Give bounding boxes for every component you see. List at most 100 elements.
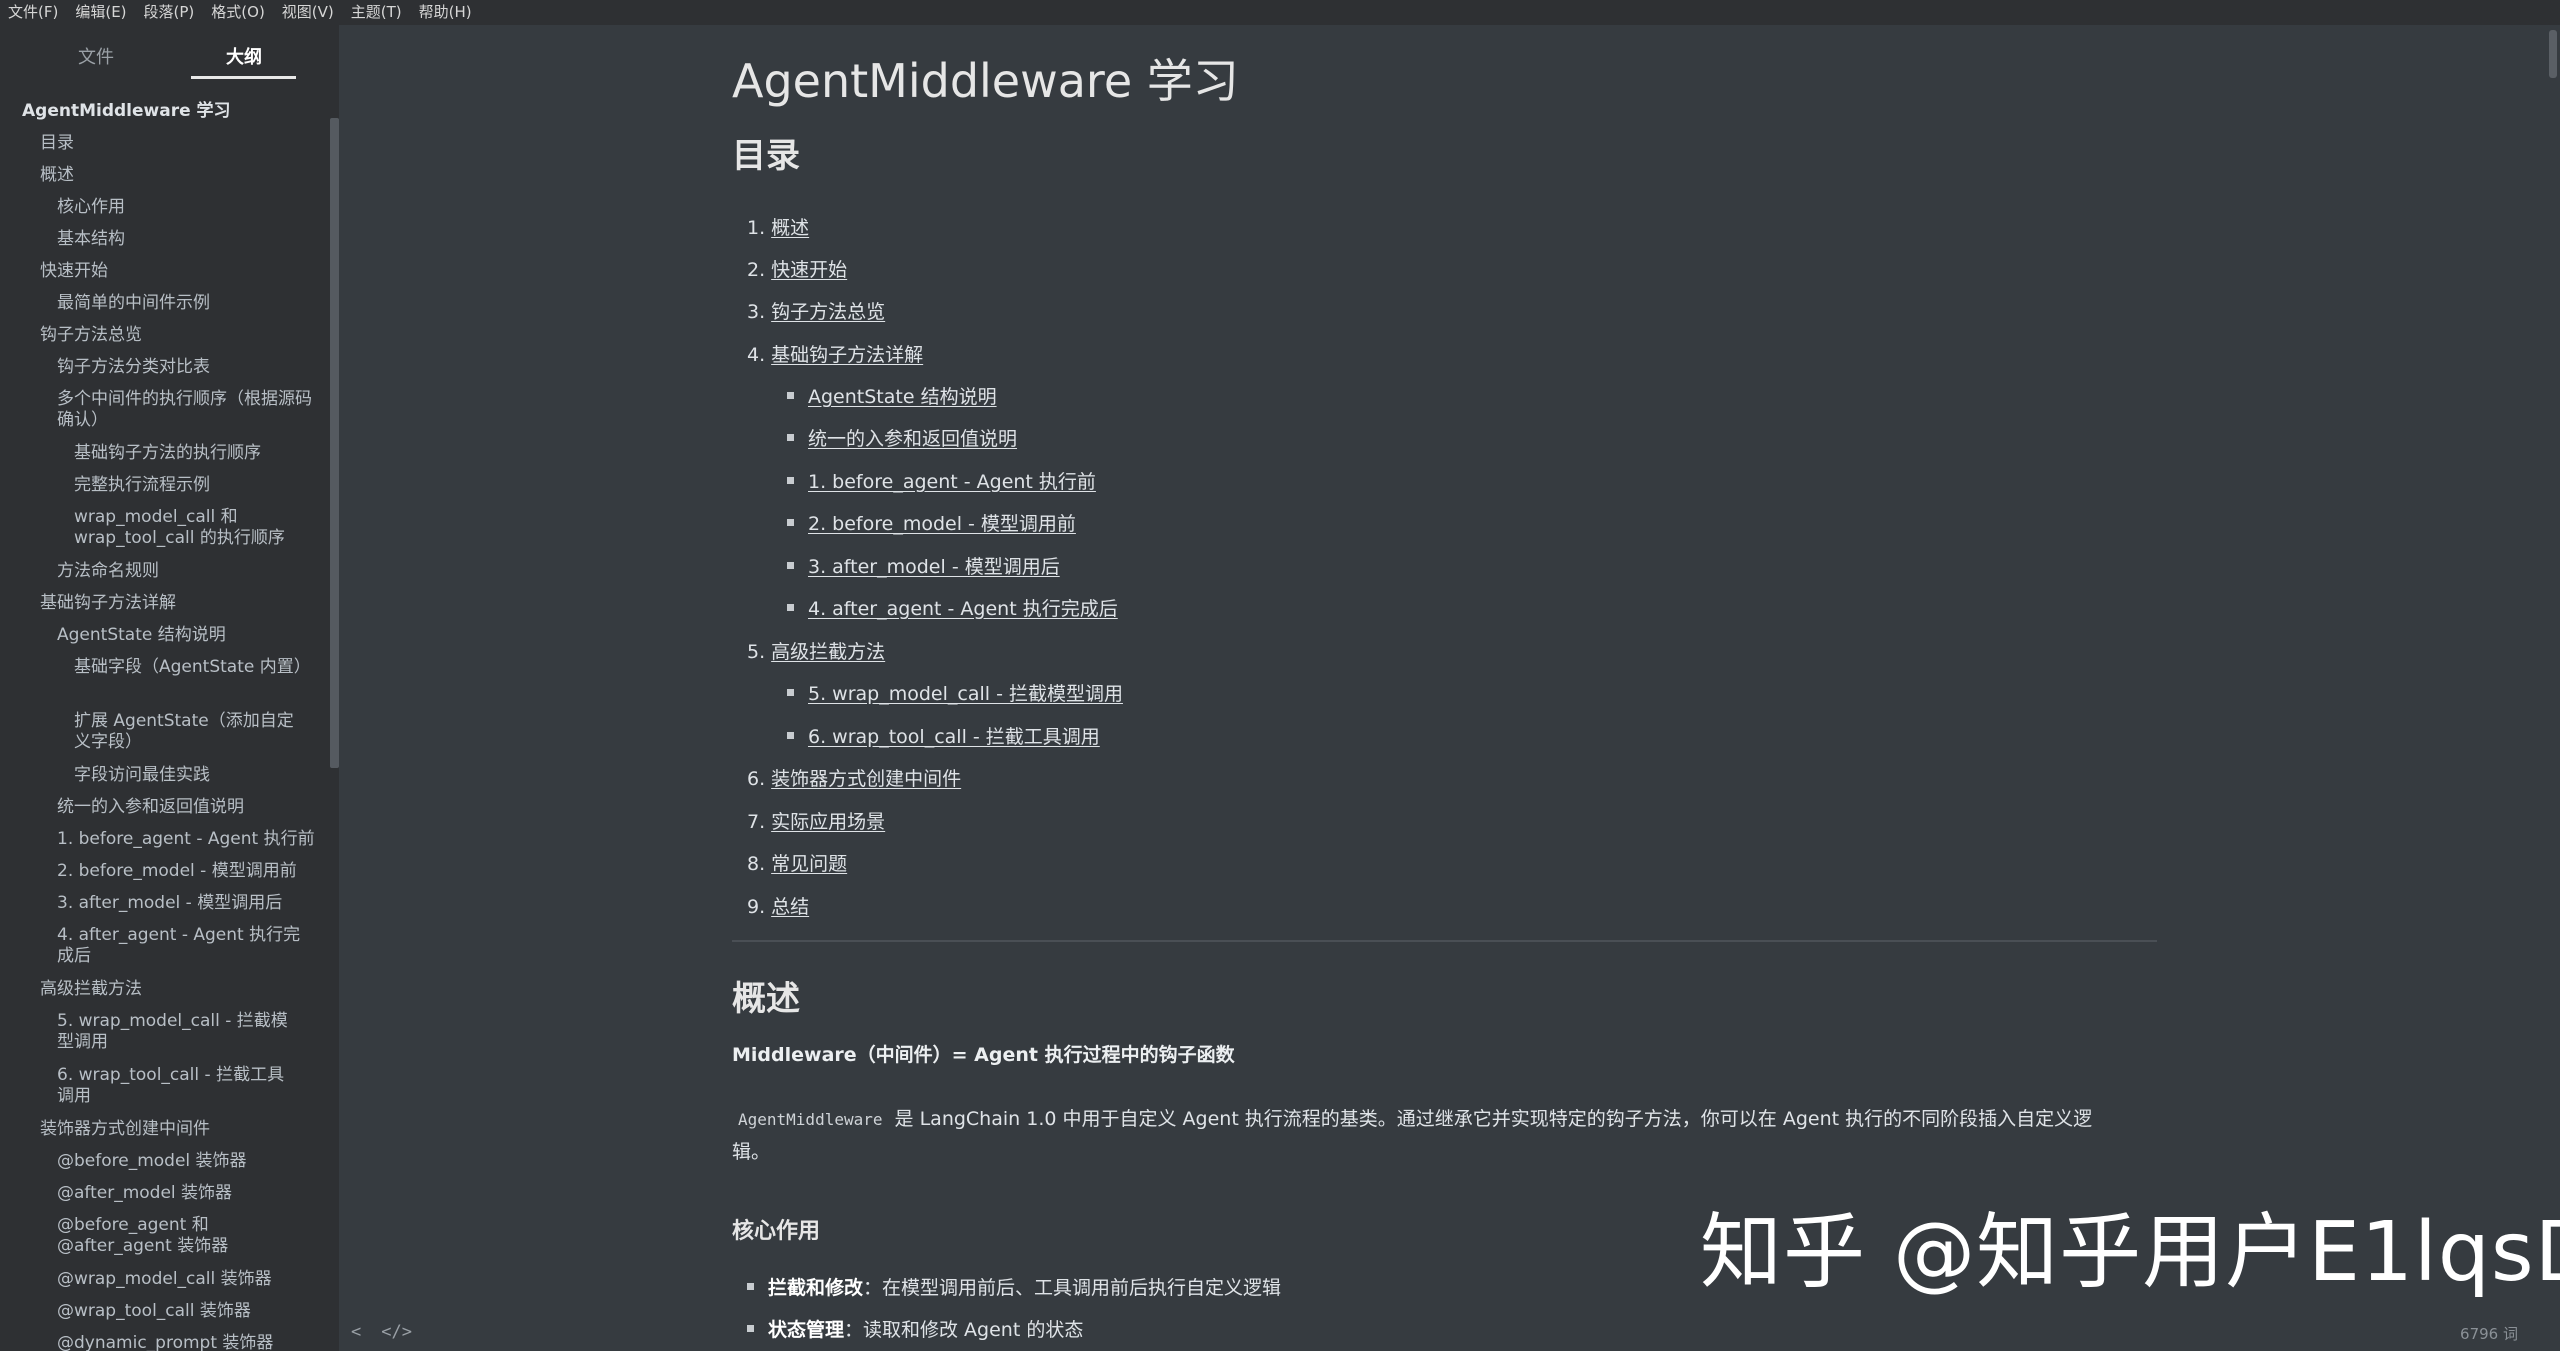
source-code-icon[interactable]: </> (381, 1322, 412, 1342)
toc-number: 4. (747, 344, 766, 366)
toc-subitem: 3. after_model - 模型调用后 (787, 552, 1060, 579)
toc-link[interactable]: 2. before_model - 模型调用前 (808, 513, 1076, 535)
tab-files[interactable]: 文件 (78, 43, 114, 69)
bullet-icon (787, 434, 794, 441)
sidebar-scroll-thumb[interactable] (330, 118, 339, 768)
outline-item[interactable]: 字段访问最佳实践 (74, 765, 339, 786)
menu-item[interactable]: 帮助(H) (419, 0, 472, 25)
toc-number: 6. (747, 768, 766, 790)
menu-item[interactable]: 文件(F) (8, 0, 58, 25)
outline-item[interactable]: 基本结构 (57, 229, 327, 250)
outline-item[interactable]: 装饰器方式创建中间件 (40, 1119, 310, 1140)
toc-subitem: 4. after_agent - Agent 执行完成后 (787, 594, 1118, 621)
outline-item[interactable]: 概述 (40, 165, 310, 186)
outline-item[interactable]: 5. wrap_model_call - 拦截模型调用 (57, 1011, 297, 1053)
outline-item[interactable]: 1. before_agent - Agent 执行前 (57, 829, 327, 850)
outline-item[interactable]: 最简单的中间件示例 (57, 293, 327, 314)
toc-link[interactable]: 快速开始 (771, 259, 847, 281)
toc-number: 2. (747, 259, 766, 281)
toc-link[interactable]: AgentState 结构说明 (808, 386, 997, 408)
toc-link[interactable]: 4. after_agent - Agent 执行完成后 (808, 598, 1118, 620)
core-heading: 核心作用 (732, 1219, 821, 1244)
outline-item[interactable]: 6. wrap_tool_call - 拦截工具调用 (57, 1065, 297, 1107)
outline-item[interactable]: @before_agent 和 @after_agent 装饰器 (57, 1215, 237, 1257)
outline-item[interactable]: @wrap_tool_call 装饰器 (57, 1301, 327, 1322)
toc-item: 8. 常见问题 (747, 849, 847, 876)
list-item-bold: 状态管理 (768, 1319, 845, 1341)
outline-item[interactable]: 高级拦截方法 (40, 979, 310, 1000)
list-item-bold: 拦截和修改 (768, 1277, 864, 1299)
bullet-icon (787, 562, 794, 569)
outline-item[interactable]: 多个中间件的执行顺序（根据源码确认） (57, 389, 317, 431)
menu-item[interactable]: 段落(P) (144, 0, 195, 25)
sidebar-footer: < </> (351, 1322, 412, 1342)
toc-subitem: 6. wrap_tool_call - 拦截工具调用 (787, 722, 1100, 749)
toc-heading: 目录 (732, 136, 800, 176)
outline-item[interactable]: 扩展 AgentState（添加自定义字段） (74, 711, 304, 753)
outline-item[interactable]: 基础字段（AgentState 内置） (74, 657, 311, 678)
toc-number: 7. (747, 811, 766, 833)
bullet-icon (787, 392, 794, 399)
outline-item[interactable]: 快速开始 (40, 261, 310, 282)
outline-item[interactable]: AgentState 结构说明 (57, 625, 327, 646)
outline-item[interactable]: 3. after_model - 模型调用后 (57, 893, 327, 914)
menu-item[interactable]: 主题(T) (351, 0, 402, 25)
active-tab-indicator (191, 76, 296, 79)
outline-item[interactable]: 2. before_model - 模型调用前 (57, 861, 327, 882)
sidebar-scrollbar[interactable] (330, 93, 339, 773)
menu-item[interactable]: 格式(O) (211, 0, 265, 25)
list-item-text: ：在模型调用前后、工具调用前后执行自定义逻辑 (863, 1277, 1282, 1299)
toc-link[interactable]: 钩子方法总览 (771, 301, 885, 323)
outline-item[interactable]: 4. after_agent - Agent 执行完成后 (57, 925, 307, 967)
outline-item[interactable]: 目录 (40, 133, 310, 154)
outline-item[interactable]: 钩子方法总览 (40, 325, 310, 346)
outline-item[interactable]: 基础钩子方法详解 (40, 593, 310, 614)
toc-item: 6. 装饰器方式创建中间件 (747, 764, 961, 791)
chevron-left-icon[interactable]: < (351, 1322, 361, 1342)
menu-item[interactable]: 视图(V) (282, 0, 334, 25)
toc-subitem: 5. wrap_model_call - 拦截模型调用 (787, 679, 1123, 706)
outline-item[interactable]: 统一的入参和返回值说明 (57, 797, 327, 818)
bullet-icon (787, 477, 794, 484)
inline-code: AgentMiddleware (738, 1110, 883, 1129)
outline-item[interactable]: 方法命名规则 (57, 561, 327, 582)
outline-item[interactable]: @after_model 装饰器 (57, 1183, 327, 1204)
toc-link[interactable]: 统一的入参和返回值说明 (808, 428, 1017, 450)
main-scroll-thumb[interactable] (2549, 30, 2557, 78)
toc-link[interactable]: 5. wrap_model_call - 拦截模型调用 (808, 683, 1123, 705)
toc-link[interactable]: 装饰器方式创建中间件 (771, 768, 961, 790)
list-item: 拦截和修改：在模型调用前后、工具调用前后执行自定义逻辑 (747, 1273, 1281, 1300)
outline-item[interactable]: wrap_model_call 和 wrap_tool_call 的执行顺序 (74, 507, 294, 549)
toc-link[interactable]: 概述 (771, 217, 809, 239)
toc-link[interactable]: 1. before_agent - Agent 执行前 (808, 471, 1096, 493)
watermark: 知乎 @知乎用户E1lqsD (1700, 1205, 2560, 1300)
word-count[interactable]: 6796 词 (2460, 1323, 2518, 1344)
outline-item[interactable]: 核心作用 (57, 197, 327, 218)
outline-item[interactable]: AgentMiddleware 学习 (22, 101, 292, 122)
toc-link[interactable]: 3. after_model - 模型调用后 (808, 556, 1060, 578)
toc-item: 1. 概述 (747, 213, 809, 240)
toc-link[interactable]: 常见问题 (771, 853, 847, 875)
list-item: 状态管理：读取和修改 Agent 的状态 (747, 1315, 1083, 1342)
toc-subitem: AgentState 结构说明 (787, 382, 997, 409)
tab-outline[interactable]: 大纲 (226, 43, 262, 69)
outline-item[interactable]: @wrap_model_call 装饰器 (57, 1269, 327, 1290)
toc-link[interactable]: 总结 (771, 896, 809, 918)
sidebar-tabs: 文件 大纲 (0, 25, 339, 83)
outline-item[interactable]: 钩子方法分类对比表 (57, 357, 327, 378)
toc-item: 7. 实际应用场景 (747, 807, 885, 834)
toc-link[interactable]: 6. wrap_tool_call - 拦截工具调用 (808, 726, 1100, 748)
toc-link[interactable]: 实际应用场景 (771, 811, 885, 833)
overview-definition: Middleware（中间件）= Agent 执行过程中的钩子函数 (732, 1044, 1235, 1066)
menu-item[interactable]: 编辑(E) (75, 0, 126, 25)
outline-item[interactable]: @dynamic_prompt 装饰器 (57, 1333, 327, 1351)
toc-number: 9. (747, 896, 766, 918)
toc-link[interactable]: 基础钩子方法详解 (771, 344, 923, 366)
toc-number: 1. (747, 217, 766, 239)
toc-item: 4. 基础钩子方法详解 (747, 340, 923, 367)
toc-link[interactable]: 高级拦截方法 (771, 641, 885, 663)
toc-item: 3. 钩子方法总览 (747, 297, 885, 324)
outline-item[interactable]: 完整执行流程示例 (74, 475, 339, 496)
outline-item[interactable]: 基础钩子方法的执行顺序 (74, 443, 339, 464)
outline-item[interactable]: @before_model 装饰器 (57, 1151, 327, 1172)
